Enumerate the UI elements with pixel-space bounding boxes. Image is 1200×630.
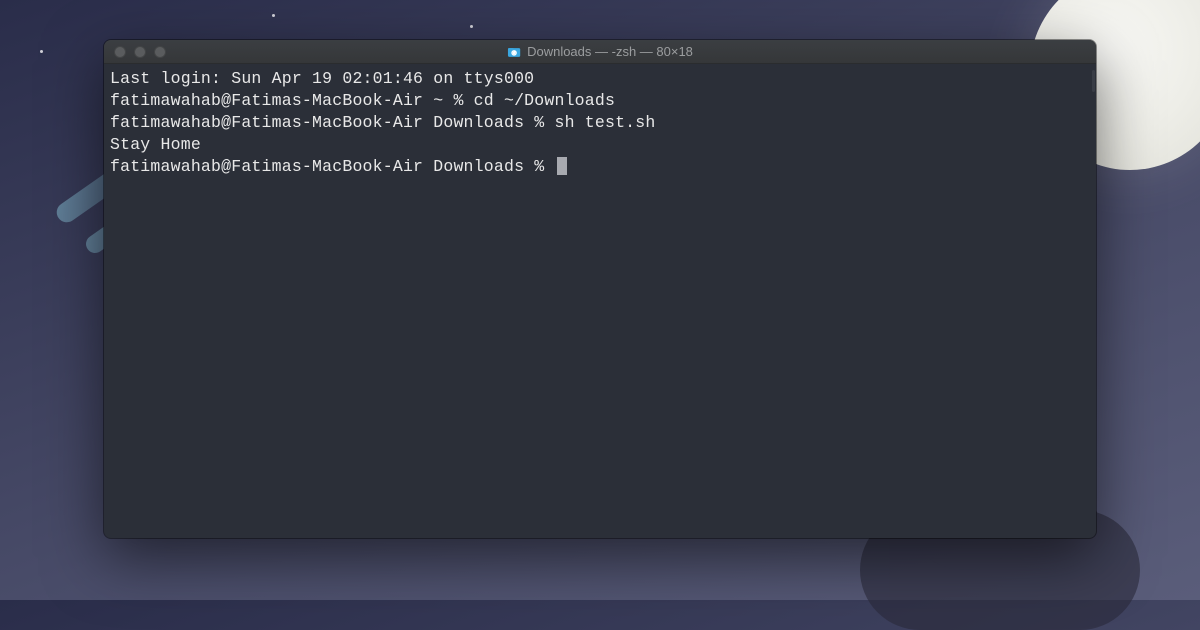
window-title: Downloads — -zsh — 80×18	[507, 44, 693, 59]
close-button[interactable]	[114, 46, 126, 58]
terminal-prompt-line: fatimawahab@Fatimas-MacBook-Air Download…	[110, 156, 1090, 178]
scrollbar[interactable]	[1092, 70, 1095, 92]
desktop-star	[470, 25, 473, 28]
minimize-button[interactable]	[134, 46, 146, 58]
terminal-output-line: Last login: Sun Apr 19 02:01:46 on ttys0…	[110, 68, 1090, 90]
window-title-text: Downloads — -zsh — 80×18	[527, 44, 693, 59]
terminal-window[interactable]: Downloads — -zsh — 80×18 Last login: Sun…	[104, 40, 1096, 538]
terminal-output-line: Stay Home	[110, 134, 1090, 156]
terminal-output-line: fatimawahab@Fatimas-MacBook-Air ~ % cd ~…	[110, 90, 1090, 112]
desktop-star	[40, 50, 43, 53]
terminal-prompt-text: fatimawahab@Fatimas-MacBook-Air Download…	[110, 157, 554, 176]
window-titlebar[interactable]: Downloads — -zsh — 80×18	[104, 40, 1096, 64]
terminal-body[interactable]: Last login: Sun Apr 19 02:01:46 on ttys0…	[104, 64, 1096, 538]
traffic-lights	[104, 46, 166, 58]
terminal-output-line: fatimawahab@Fatimas-MacBook-Air Download…	[110, 112, 1090, 134]
folder-icon	[507, 45, 521, 59]
desktop-star	[272, 14, 275, 17]
cursor-icon	[557, 157, 567, 175]
maximize-button[interactable]	[154, 46, 166, 58]
